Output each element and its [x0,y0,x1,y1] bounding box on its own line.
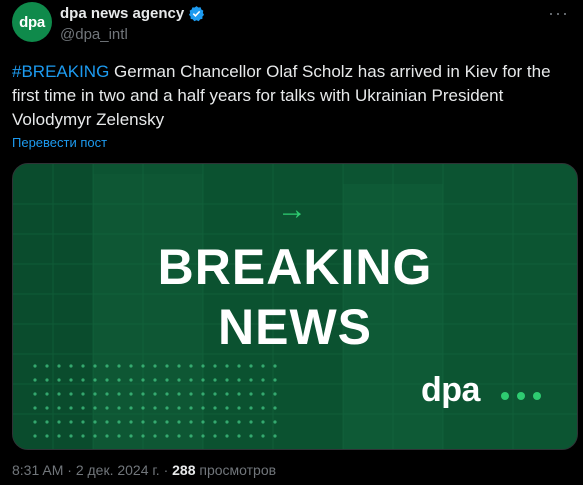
author-handle[interactable]: @dpa_intl [60,26,128,43]
translate-post-link[interactable]: Перевести пост [12,135,107,150]
verified-badge-icon [188,5,205,22]
meta-separator: · [163,462,173,478]
more-options-icon[interactable]: ··· [548,4,569,22]
dpa-logo: dpa [421,371,480,409]
arrow-right-icon: → [277,193,307,226]
logo-dots [501,392,541,400]
tweet-text: #BREAKING German Chancellor Olaf Scholz … [12,60,572,132]
author-name-row: dpa news agency [60,5,205,22]
hashtag-link[interactable]: #BREAKING [12,62,109,81]
breaking-headline: BREAKING [157,239,433,295]
tweet-media-image[interactable]: → BREAKING NEWS dpa [12,163,578,450]
views-label: просмотров [199,462,277,478]
post-time[interactable]: 8:31 AM [12,462,63,478]
news-headline: NEWS [218,299,372,355]
avatar[interactable]: dpa [12,2,52,42]
display-name[interactable]: dpa news agency [60,5,184,22]
meta-separator: · [67,462,76,478]
tweet-meta: 8:31 AM · 2 дек. 2024 г. · 288 просмотро… [12,462,276,478]
views-count: 288 [172,462,196,478]
post-date[interactable]: 2 дек. 2024 г. [76,462,160,478]
